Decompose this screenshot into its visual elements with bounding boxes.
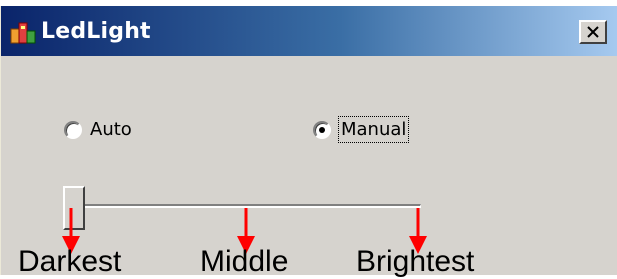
label-brightest: Brightest — [356, 245, 475, 278]
annotation-arrows — [62, 208, 427, 254]
label-middle: Middle — [200, 245, 289, 278]
label-darkest: Darkest — [18, 245, 122, 278]
